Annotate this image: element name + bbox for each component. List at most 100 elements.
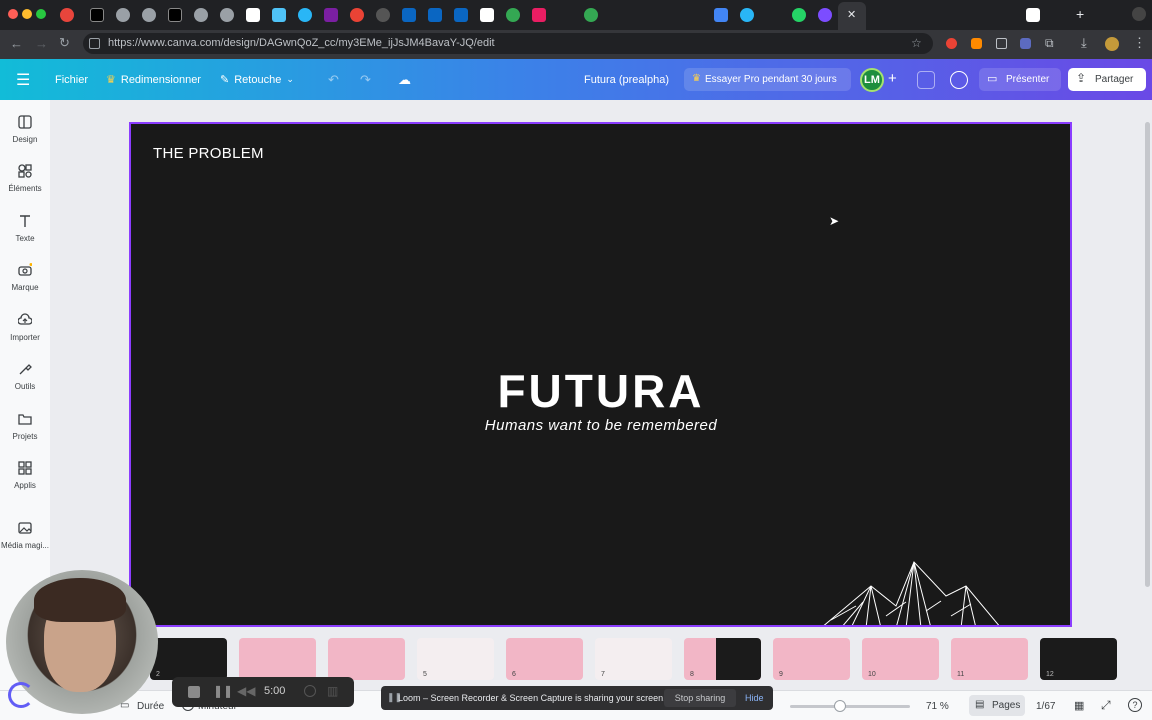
tab-favicon[interactable] (454, 8, 468, 22)
extension-icon[interactable] (946, 38, 957, 49)
page-thumbnail[interactable]: 5 (417, 638, 494, 680)
tab-favicon[interactable] (532, 8, 546, 22)
tab-favicon[interactable] (792, 8, 806, 22)
present-button[interactable]: ▭ Présenter (979, 68, 1061, 91)
tab-favicon[interactable] (506, 8, 520, 22)
site-info-icon[interactable] (89, 38, 100, 49)
slide-heading[interactable]: THE PROBLEM (153, 145, 264, 162)
sidebar-item-text[interactable]: Texte (0, 214, 50, 243)
page-thumbnail[interactable]: 9 (773, 638, 850, 680)
bookmark-star-icon[interactable]: ☆ (911, 36, 922, 50)
sidebar-item-tools[interactable]: Outils (0, 362, 50, 391)
extension-icon[interactable] (971, 38, 982, 49)
tab-favicon[interactable] (272, 8, 286, 22)
slide-subtitle[interactable]: Humans want to be remembered (131, 417, 1070, 434)
tab-favicon[interactable] (168, 8, 182, 22)
tab-favicon[interactable] (714, 8, 728, 22)
fullscreen-icon[interactable]: ⤢ (1101, 698, 1111, 713)
page-thumbnail[interactable]: 10 (862, 638, 939, 680)
pause-icon[interactable]: ❚❚ (213, 684, 233, 698)
page-thumbnail[interactable] (239, 638, 316, 680)
mountain-illustration[interactable] (811, 556, 1011, 627)
active-tab[interactable]: ✕ (838, 2, 866, 30)
tab-favicon[interactable] (1026, 8, 1040, 22)
document-title[interactable]: Futura (prealpha) (584, 59, 669, 100)
user-avatar[interactable]: LM (860, 68, 884, 92)
close-window-dot[interactable] (8, 9, 18, 19)
stop-sharing-button[interactable]: Stop sharing (664, 689, 736, 707)
grid-view-icon[interactable]: ▦ (1074, 699, 1084, 712)
extension-icon[interactable] (1020, 38, 1031, 49)
tab-favicon[interactable] (402, 8, 416, 22)
sidebar-item-brand[interactable]: Marque (0, 263, 50, 292)
tab-favicon[interactable] (428, 8, 442, 22)
hamburger-menu-icon[interactable]: ☰ (16, 59, 30, 100)
back-icon[interactable]: ← (10, 36, 23, 51)
edit-menu[interactable]: ✎ Retouche ⌄ (220, 59, 294, 100)
stop-record-icon[interactable] (188, 686, 200, 698)
tab-favicon[interactable] (740, 8, 754, 22)
tab-favicon[interactable] (60, 8, 74, 22)
help-icon[interactable]: ? (1128, 698, 1142, 712)
hide-notice-button[interactable]: Hide (745, 693, 764, 703)
sidebar-item-elements[interactable]: Éléments (0, 164, 50, 193)
new-tab-icon[interactable]: + (1076, 6, 1084, 22)
comment-icon[interactable] (950, 71, 968, 89)
sidebar-item-upload[interactable]: Importer (0, 313, 50, 342)
pages-button[interactable]: ▤ Pages (969, 695, 1025, 716)
forward-icon[interactable]: → (35, 36, 48, 51)
page-counter[interactable]: 1/67 (1036, 701, 1055, 712)
zoom-level[interactable]: 71 % (926, 701, 949, 712)
page-thumbnail[interactable] (328, 638, 405, 680)
rewind-icon[interactable]: ◀◀ (237, 684, 255, 698)
tab-favicon[interactable] (480, 8, 494, 22)
sidebar-item-apps[interactable]: Applis (0, 461, 50, 490)
resize-button[interactable]: ♛ Redimensionner (106, 59, 201, 100)
tab-favicon[interactable] (220, 8, 234, 22)
tab-favicon[interactable] (116, 8, 130, 22)
browser-menu-icon[interactable]: ⋮ (1133, 35, 1146, 51)
cloud-saved-icon[interactable]: ☁ (398, 59, 411, 100)
tab-favicon[interactable] (584, 8, 598, 22)
add-collaborator-icon[interactable]: + (888, 70, 897, 87)
download-icon[interactable]: ⤓ (1081, 35, 1087, 51)
zoom-slider-track[interactable] (790, 705, 910, 708)
page-thumbnail[interactable]: 2 (150, 638, 227, 680)
reload-icon[interactable]: ↻ (59, 35, 70, 51)
undo-icon[interactable]: ↶ (328, 59, 339, 100)
profile-avatar[interactable] (1105, 37, 1119, 51)
page-thumbnail[interactable]: 7 (595, 638, 672, 680)
slide-canvas[interactable]: THE PROBLEM FUTURA Humans want to be rem… (129, 122, 1072, 627)
maximize-window-dot[interactable] (36, 9, 46, 19)
share-button[interactable]: ⇪ Partager (1068, 68, 1146, 91)
file-menu[interactable]: Fichier (55, 59, 88, 100)
tab-favicon[interactable] (298, 8, 312, 22)
insights-icon[interactable] (917, 71, 935, 89)
extension-icon[interactable] (996, 38, 1007, 49)
restart-icon[interactable] (304, 685, 316, 697)
page-thumbnail[interactable]: 11 (951, 638, 1028, 680)
close-tab-icon[interactable]: ✕ (847, 8, 856, 21)
canvas-scrollbar[interactable] (1145, 122, 1150, 587)
zoom-slider-handle[interactable] (834, 700, 846, 712)
redo-icon[interactable]: ↷ (360, 59, 371, 100)
tab-favicon[interactable] (818, 8, 832, 22)
tab-favicon[interactable] (142, 8, 156, 22)
tab-favicon[interactable] (246, 8, 260, 22)
sidebar-item-projects[interactable]: Projets (0, 412, 50, 441)
extensions-puzzle-icon[interactable]: ⧉ (1045, 36, 1054, 51)
tab-favicon[interactable] (194, 8, 208, 22)
slide-title[interactable]: FUTURA (131, 364, 1070, 418)
duration-label[interactable]: Durée (137, 701, 164, 712)
tab-favicon[interactable] (376, 8, 390, 22)
page-thumbnail[interactable]: 6 (506, 638, 583, 680)
tab-favicon[interactable] (324, 8, 338, 22)
try-pro-button[interactable]: ♛ Essayer Pro pendant 30 jours (684, 68, 851, 91)
minimize-window-dot[interactable] (22, 9, 32, 19)
loom-logo-icon[interactable] (8, 682, 34, 708)
tab-favicon[interactable] (90, 8, 104, 22)
url-text[interactable]: https://www.canva.com/design/DAGwnQoZ_cc… (108, 37, 495, 49)
tab-favicon[interactable] (350, 8, 364, 22)
sidebar-item-magic-media[interactable]: Média magi... (0, 521, 50, 550)
page-thumbnail[interactable]: 12 (1040, 638, 1117, 680)
